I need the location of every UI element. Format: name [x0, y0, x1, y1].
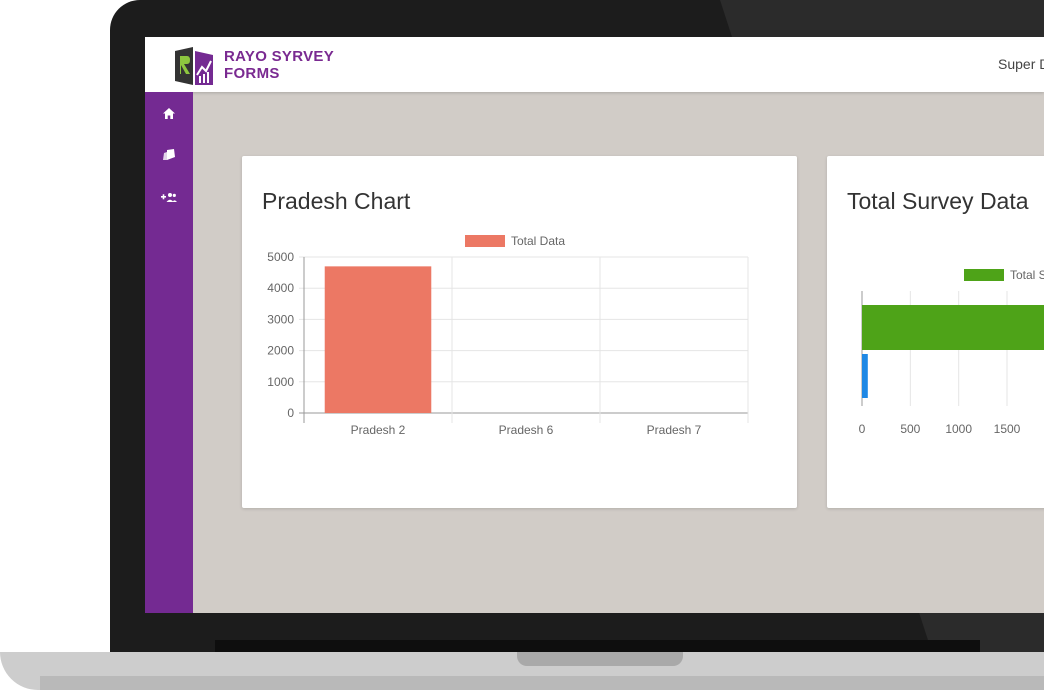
add-users-icon	[161, 193, 177, 202]
pradesh-chart-card: Pradesh Chart Total Data 0 1000 2000 3000 400…	[242, 156, 797, 508]
laptop-hinge	[215, 640, 980, 652]
x-tick-label: Pradesh 7	[647, 423, 702, 437]
legend-label: Total Data	[511, 234, 565, 248]
y-tick-label: 4000	[267, 281, 294, 295]
laptop-base-edge	[40, 676, 1044, 690]
legend-label: Total S	[1010, 268, 1044, 282]
x-tick-label: Pradesh 6	[499, 423, 554, 437]
sidebar	[145, 92, 193, 613]
forms-icon	[163, 149, 175, 160]
y-tick-label: 3000	[267, 312, 294, 326]
legend-swatch	[964, 269, 1004, 281]
sidebar-item-forms[interactable]	[145, 140, 193, 170]
brand-name[interactable]: RAYO SYRVEY FORMS	[224, 48, 334, 82]
total-survey-card: Total Survey Data Total S 0 500 1000 1500	[827, 156, 1044, 508]
bar	[862, 305, 1044, 350]
survey-horizontal-bar-chart: Total S 0 500 1000 1500	[859, 268, 1044, 436]
x-tick-label: 0	[859, 422, 866, 436]
brand-line-2: FORMS	[224, 65, 280, 82]
y-tick-label: 0	[287, 406, 294, 420]
y-tick-label: 1000	[267, 375, 294, 389]
x-tick-label: 1500	[994, 422, 1021, 436]
bar	[862, 354, 868, 398]
sidebar-item-users[interactable]	[145, 182, 193, 212]
legend-swatch	[465, 235, 505, 247]
sidebar-item-home[interactable]	[145, 98, 193, 128]
pradesh-bar-chart: Total Data 0 1000 2000 3000 4000 5000 Pradesh 2…	[267, 234, 749, 437]
x-tick-label: 500	[900, 422, 920, 436]
y-tick-label: 2000	[267, 344, 294, 358]
user-menu[interactable]: Super D	[998, 56, 1044, 72]
top-navbar: RAYO SYRVEY FORMS Super D	[145, 37, 1044, 92]
bar	[324, 266, 432, 413]
x-tick-label: Pradesh 2	[351, 423, 406, 437]
home-icon	[163, 107, 175, 119]
y-tick-label: 5000	[267, 250, 294, 264]
app-screen: RAYO SYRVEY FORMS Super D	[145, 37, 1044, 613]
brand-line-1: RAYO SYRVEY	[224, 48, 335, 65]
laptop-notch	[517, 652, 683, 666]
logo-icon	[175, 47, 213, 85]
x-tick-label: 1000	[945, 422, 972, 436]
